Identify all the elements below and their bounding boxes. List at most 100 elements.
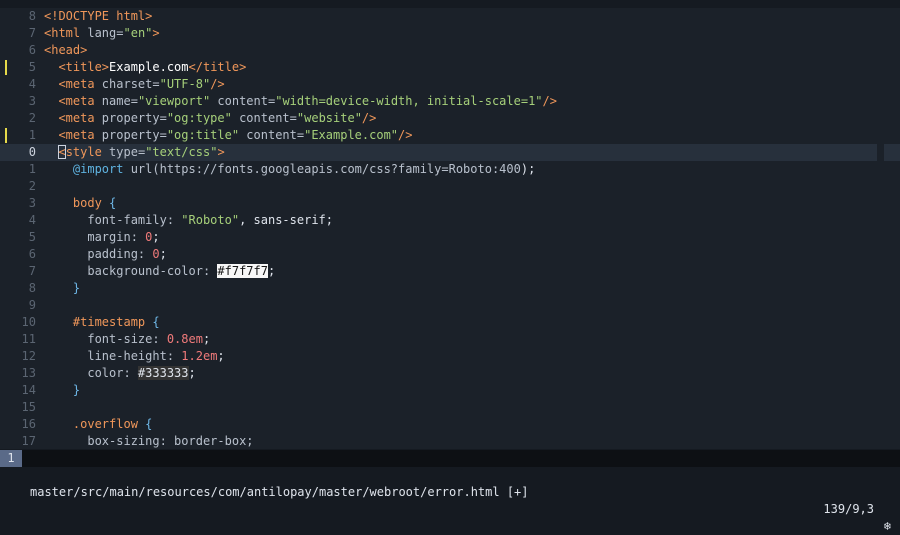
code-token: { xyxy=(152,315,160,329)
code-token: ); xyxy=(520,162,536,176)
git-change-marker xyxy=(5,60,7,75)
code-editor[interactable]: 8 <!DOCTYPE html> 7 <html lang="en"> 6 <head>… xyxy=(0,8,900,449)
line-number: 4 xyxy=(28,77,36,91)
code-token: lang xyxy=(87,26,117,40)
code-line[interactable]: 17 box-sizing: border-box; xyxy=(0,433,900,449)
git-change-marker xyxy=(5,128,7,143)
code-token: #timestamp xyxy=(44,315,153,329)
code-token: } xyxy=(44,281,81,295)
code-line[interactable]: 6 padding: 0; xyxy=(0,246,900,263)
code-token: ; xyxy=(267,264,276,278)
code-text: <html lang="en"> xyxy=(44,25,160,42)
code-text: background-color: #f7f7f7; xyxy=(44,263,275,280)
line-number: 7 xyxy=(28,26,36,40)
line-number: 11 xyxy=(21,332,36,346)
code-line[interactable]: 1 <meta property="og:title" content="Exa… xyxy=(0,127,900,144)
code-token: background-color: xyxy=(44,264,218,278)
code-line[interactable]: 10 #timestamp { xyxy=(0,314,900,331)
code-text: <title>Example.com</title> xyxy=(44,59,246,76)
code-token: = xyxy=(159,111,167,125)
line-number: 3 xyxy=(28,196,36,210)
code-token: 0 xyxy=(152,247,160,261)
code-line[interactable]: 14 } xyxy=(0,382,900,399)
code-text: body { xyxy=(44,195,116,212)
code-line[interactable]: 3 <meta name="viewport" content="width=d… xyxy=(0,93,900,110)
code-token: https://fonts.googleapis.com/css?family=… xyxy=(159,162,521,176)
code-line[interactable]: 16 .overflow { xyxy=(0,416,900,433)
code-line[interactable]: 8 } xyxy=(0,280,900,297)
code-token: /> xyxy=(210,77,225,91)
code-token: } xyxy=(44,383,81,397)
line-number: 8 xyxy=(28,9,36,23)
code-token: = xyxy=(152,77,160,91)
code-token: = xyxy=(130,94,138,108)
code-line[interactable]: 4 font-family: "Roboto", sans-serif; xyxy=(0,212,900,229)
line-number: 2 xyxy=(28,111,36,125)
code-line[interactable]: 9 xyxy=(0,297,900,314)
code-token: em xyxy=(202,349,218,363)
code-line[interactable]: 13 color: #333333; xyxy=(0,365,900,382)
code-text: <meta property="og:title" content="Examp… xyxy=(44,127,412,144)
code-token: <meta xyxy=(44,111,102,125)
code-token: url( xyxy=(123,162,160,176)
code-line[interactable]: 6 <head> xyxy=(0,42,900,59)
code-line[interactable]: 1 @import url(https://fonts.googleapis.c… xyxy=(0,161,900,178)
code-token: "Example.com" xyxy=(304,128,399,142)
code-token: property xyxy=(101,128,160,142)
code-token: @import xyxy=(72,162,124,176)
code-line[interactable]: 3 body { xyxy=(0,195,900,212)
code-line[interactable]: 7 background-color: #f7f7f7; xyxy=(0,263,900,280)
line-number: 6 xyxy=(28,247,36,261)
code-token: ; xyxy=(202,332,211,346)
code-text: <style type="text/css"> xyxy=(44,144,225,161)
code-line[interactable]: 2 xyxy=(0,178,900,195)
code-text: padding: 0; xyxy=(44,246,167,263)
code-token: content xyxy=(239,128,297,142)
code-token: <title> xyxy=(44,60,110,74)
code-token: ; xyxy=(152,230,160,244)
code-token: "og:title" xyxy=(166,128,240,142)
code-line[interactable]: 2 <meta property="og:type" content="webs… xyxy=(0,110,900,127)
code-token: padding: xyxy=(44,247,153,261)
code-token: type xyxy=(109,145,138,159)
code-line[interactable]: 4 <meta charset="UTF-8"/> xyxy=(0,76,900,93)
code-line[interactable]: 5 margin: 0; xyxy=(0,229,900,246)
code-token: #333333 xyxy=(137,366,189,380)
code-token: margin: xyxy=(44,230,146,244)
line-number: 6 xyxy=(28,43,36,57)
code-text: <head> xyxy=(44,42,87,59)
code-token: "text/css" xyxy=(145,145,218,159)
window-number: 1 xyxy=(0,450,22,467)
code-token: > xyxy=(217,145,225,159)
code-token: content xyxy=(231,111,290,125)
code-token: color: xyxy=(44,366,138,380)
code-text: box-sizing: border-box; xyxy=(44,433,253,449)
code-token: "UTF-8" xyxy=(159,77,211,91)
current-code-line[interactable]: 0 <style type="text/css"> xyxy=(0,144,900,161)
code-line[interactable]: 11 font-size: 0.8em; xyxy=(0,331,900,348)
code-token: ; xyxy=(159,247,167,261)
code-line[interactable]: 8 <!DOCTYPE html> xyxy=(0,8,900,25)
code-token: 0.8 xyxy=(166,332,189,346)
code-text: font-size: 0.8em; xyxy=(44,331,210,348)
code-token: <meta xyxy=(44,128,102,142)
code-line[interactable]: 5 <title>Example.com</title> xyxy=(0,59,900,76)
line-number: 13 xyxy=(21,366,36,380)
code-text: <!DOCTYPE html> xyxy=(44,8,152,25)
line-number: 1 xyxy=(28,128,36,142)
code-token: <meta xyxy=(44,94,102,108)
code-line[interactable]: 7 <html lang="en"> xyxy=(0,25,900,42)
code-text: margin: 0; xyxy=(44,229,160,246)
code-line[interactable]: 12 line-height: 1.2em; xyxy=(0,348,900,365)
code-text: .overflow { xyxy=(44,416,153,433)
code-token: "website" xyxy=(296,111,362,125)
code-token: property xyxy=(101,111,160,125)
code-line[interactable]: 15 xyxy=(0,399,900,416)
code-token: /> xyxy=(542,94,557,108)
code-token: </title> xyxy=(188,60,247,74)
code-token: "en" xyxy=(123,26,153,40)
code-text: color: #333333; xyxy=(44,365,196,382)
code-text: line-height: 1.2em; xyxy=(44,348,224,365)
code-token: .overflow xyxy=(44,417,146,431)
code-token: 1.2 xyxy=(181,349,203,363)
